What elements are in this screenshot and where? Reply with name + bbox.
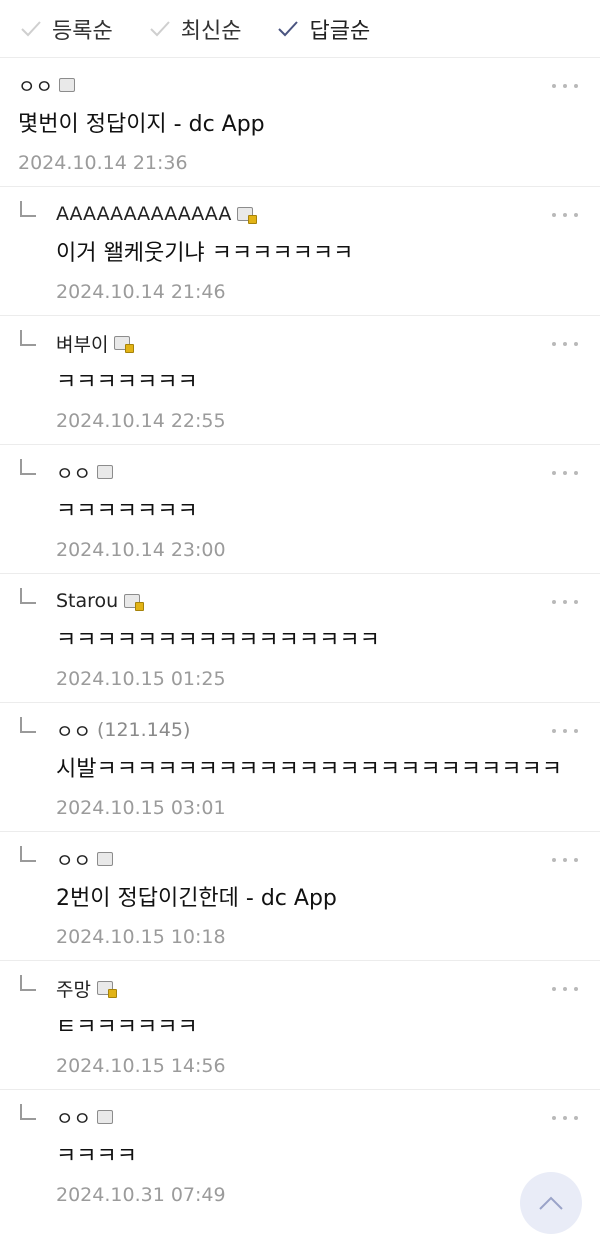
comment-date: 2024.10.14 21:36	[18, 152, 188, 174]
comment-content: ㅋㅋㅋㅋㅋㅋㅋ	[56, 370, 198, 395]
sort-replies[interactable]: 답글순	[277, 13, 370, 45]
more-options-icon[interactable]	[552, 858, 578, 864]
sort-replies-label: 답글순	[309, 18, 371, 44]
comment-date: 2024.10.14 23:00	[56, 539, 226, 561]
more-options-icon[interactable]	[552, 471, 578, 477]
reply-comment: AAAAAAAAAAAAA 이거 왤케웃기냐 ㅋㅋㅋㅋㅋㅋㅋ 2024.10.1…	[0, 187, 600, 316]
gold-user-icon	[114, 336, 135, 353]
comment-content: ㅋㅋㅋㅋㅋㅋㅋㅋㅋㅋㅋㅋㅋㅋㅋㅋ	[56, 628, 380, 653]
more-options-icon[interactable]	[552, 987, 578, 993]
sort-registration[interactable]: 등록순	[20, 13, 113, 45]
reply-arrow-icon	[20, 330, 36, 346]
reply-comment: ㅇㅇ ㅋㅋㅋㅋ 2024.10.31 07:49	[0, 1090, 600, 1219]
comment-author[interactable]: ㅇㅇ	[56, 1104, 91, 1131]
reply-comment: 주망 ㅌㅋㅋㅋㅋㅋㅋ 2024.10.15 14:56	[0, 961, 600, 1090]
comment-author[interactable]: 주망	[56, 975, 91, 1002]
comment-author[interactable]: ㅇㅇ	[56, 459, 91, 486]
reply-comment: ㅇㅇ (121.145) 시발ㅋㅋㅋㅋㅋㅋㅋㅋㅋㅋㅋㅋㅋㅋㅋㅋㅋㅋㅋㅋㅋㅋㅋ 2…	[0, 703, 600, 832]
check-icon	[278, 20, 299, 36]
more-options-icon[interactable]	[552, 342, 578, 348]
comment-author[interactable]: ㅇㅇ	[56, 846, 91, 873]
comment-author[interactable]: 벼부이	[56, 330, 108, 357]
check-icon	[21, 20, 41, 36]
comment-author[interactable]: ㅇㅇ	[18, 72, 53, 99]
comment-date: 2024.10.15 03:01	[56, 797, 226, 819]
more-options-icon[interactable]	[552, 213, 578, 219]
more-options-icon[interactable]	[552, 729, 578, 735]
comment-content: 2번이 정답이긴한데 - dc App	[56, 886, 337, 911]
reply-comment: ㅇㅇ 2번이 정답이긴한데 - dc App 2024.10.15 10:18	[0, 832, 600, 961]
reply-arrow-icon	[20, 717, 36, 733]
comment-date: 2024.10.14 21:46	[56, 281, 226, 303]
reply-arrow-icon	[20, 588, 36, 604]
comment-date: 2024.10.15 10:18	[56, 926, 226, 948]
comment-content: ㅋㅋㅋㅋㅋㅋㅋ	[56, 499, 198, 524]
comment-date: 2024.10.14 22:55	[56, 410, 226, 432]
comment: ㅇㅇ 몇번이 정답이지 - dc App 2024.10.14 21:36	[0, 58, 600, 187]
comment-content: ㅋㅋㅋㅋ	[56, 1144, 137, 1169]
comment-date: 2024.10.15 01:25	[56, 668, 226, 690]
gold-user-icon	[237, 207, 258, 224]
check-icon	[150, 20, 170, 36]
user-icon	[96, 1110, 113, 1124]
gold-user-icon	[96, 981, 117, 998]
sort-bar: 등록순 최신순 답글순	[0, 0, 600, 58]
reply-arrow-icon	[20, 201, 36, 217]
user-icon	[96, 852, 113, 866]
reply-comment: Starou ㅋㅋㅋㅋㅋㅋㅋㅋㅋㅋㅋㅋㅋㅋㅋㅋ 2024.10.15 01:25	[0, 574, 600, 703]
more-options-icon[interactable]	[552, 600, 578, 606]
chevron-up-icon	[539, 1196, 563, 1210]
sort-registration-label: 등록순	[52, 18, 113, 44]
scroll-to-top-button[interactable]	[520, 1172, 582, 1234]
comment-content: 몇번이 정답이지 - dc App	[18, 112, 265, 137]
sort-latest[interactable]: 최신순	[149, 13, 242, 45]
comment-content: 이거 왤케웃기냐 ㅋㅋㅋㅋㅋㅋㅋ	[56, 241, 354, 266]
comment-date: 2024.10.15 14:56	[56, 1055, 226, 1077]
comment-content: ㅌㅋㅋㅋㅋㅋㅋ	[56, 1015, 198, 1040]
comment-author[interactable]: Starou	[56, 590, 118, 612]
sort-latest-label: 최신순	[180, 18, 242, 44]
reply-arrow-icon	[20, 1104, 36, 1120]
reply-comment: 벼부이 ㅋㅋㅋㅋㅋㅋㅋ 2024.10.14 22:55	[0, 316, 600, 445]
user-icon	[96, 465, 113, 479]
reply-arrow-icon	[20, 846, 36, 862]
comment-author[interactable]: ㅇㅇ	[56, 717, 91, 744]
reply-arrow-icon	[20, 975, 36, 991]
more-options-icon[interactable]	[552, 1116, 578, 1122]
comment-date: 2024.10.31 07:49	[56, 1184, 226, 1206]
reply-comment: ㅇㅇ ㅋㅋㅋㅋㅋㅋㅋ 2024.10.14 23:00	[0, 445, 600, 574]
reply-arrow-icon	[20, 459, 36, 475]
comment-content: 시발ㅋㅋㅋㅋㅋㅋㅋㅋㅋㅋㅋㅋㅋㅋㅋㅋㅋㅋㅋㅋㅋㅋㅋ	[56, 757, 563, 782]
ip-address: (121.145)	[96, 719, 191, 741]
user-icon	[58, 78, 75, 92]
gold-user-icon	[124, 594, 145, 611]
more-options-icon[interactable]	[552, 84, 578, 90]
comment-author[interactable]: AAAAAAAAAAAAA	[56, 203, 231, 225]
